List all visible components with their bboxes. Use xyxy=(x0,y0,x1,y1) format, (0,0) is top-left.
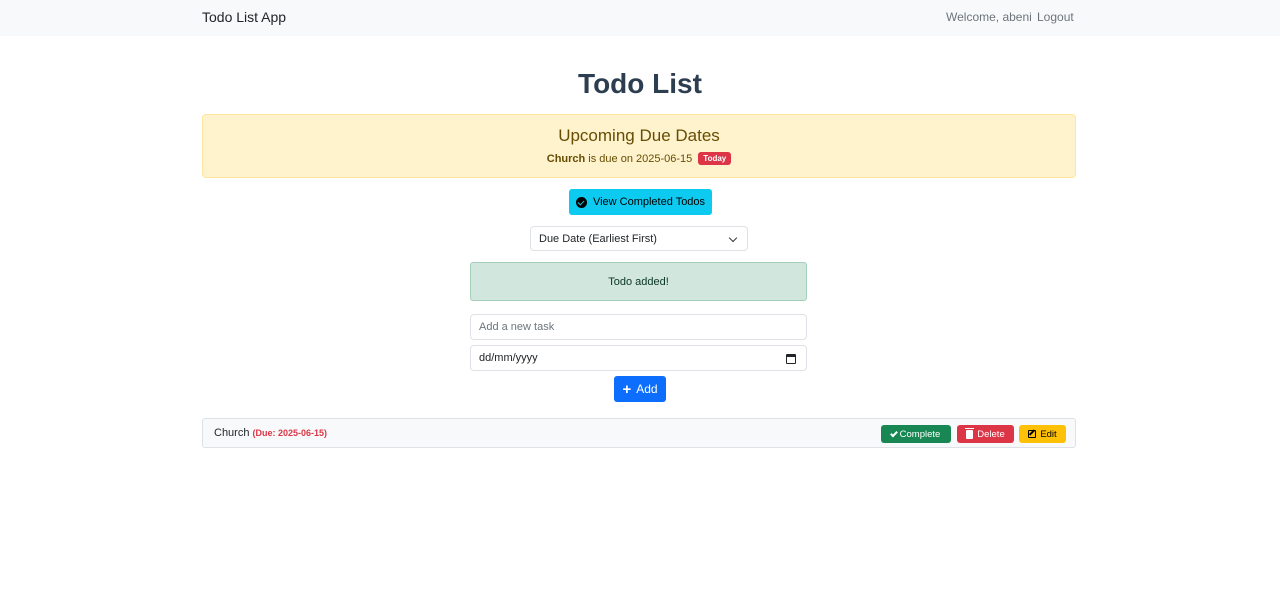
add-label: Add xyxy=(636,382,658,396)
plus-icon: + xyxy=(622,380,632,398)
todo-text: Church (Due: 2025-06-15) xyxy=(214,427,327,439)
complete-label: Complete xyxy=(899,428,941,440)
due-task-text: is due on 2025-06-15 xyxy=(585,153,693,165)
calendar-icon[interactable] xyxy=(786,354,796,364)
due-date-input[interactable]: dd/mm/yyyy xyxy=(470,345,807,371)
check-icon xyxy=(889,429,898,437)
todo-item: Church (Due: 2025-06-15) Complete Delete … xyxy=(202,418,1076,448)
navbar: Todo List App Welcome, abeni Logout xyxy=(0,0,1280,36)
upcoming-due-alert: Upcoming Due Dates Church is due on 2025… xyxy=(202,114,1076,178)
check-circle-icon xyxy=(575,196,587,208)
delete-button[interactable]: Delete xyxy=(957,425,1014,443)
flash-message: Todo added! xyxy=(470,262,807,301)
todo-title: Church xyxy=(214,427,250,439)
edit-icon xyxy=(1028,430,1037,438)
delete-label: Delete xyxy=(977,428,1005,440)
new-task-input[interactable]: Add a new task xyxy=(470,314,807,340)
welcome-text: Welcome, abeni xyxy=(946,10,1032,24)
page-title: Todo List xyxy=(578,68,702,99)
edit-button[interactable]: Edit xyxy=(1019,425,1066,443)
due-alert-item: Church is due on 2025-06-15 Today xyxy=(203,152,1075,165)
due-task-name: Church xyxy=(546,153,586,165)
edit-label: Edit xyxy=(1040,428,1057,440)
sort-selected-value: Due Date (Earliest First) xyxy=(539,232,657,245)
chevron-down-icon xyxy=(728,233,738,243)
sort-select[interactable]: Due Date (Earliest First) xyxy=(530,226,748,251)
today-badge: Today xyxy=(698,152,732,165)
view-completed-button[interactable]: View Completed Todos xyxy=(569,189,712,215)
complete-button[interactable]: Complete xyxy=(881,425,951,443)
view-completed-label: View Completed Todos xyxy=(592,196,706,208)
todo-due-date: (Due: 2025-06-15) xyxy=(252,428,327,438)
add-button[interactable]: + Add xyxy=(614,376,666,402)
new-task-placeholder: Add a new task xyxy=(479,321,555,333)
trash-icon xyxy=(965,427,975,439)
navbar-brand[interactable]: Todo List App xyxy=(202,9,286,25)
due-date-placeholder: dd/mm/yyyy xyxy=(479,352,538,364)
logout-link[interactable]: Logout xyxy=(1037,10,1074,24)
due-alert-heading: Upcoming Due Dates xyxy=(558,126,720,145)
